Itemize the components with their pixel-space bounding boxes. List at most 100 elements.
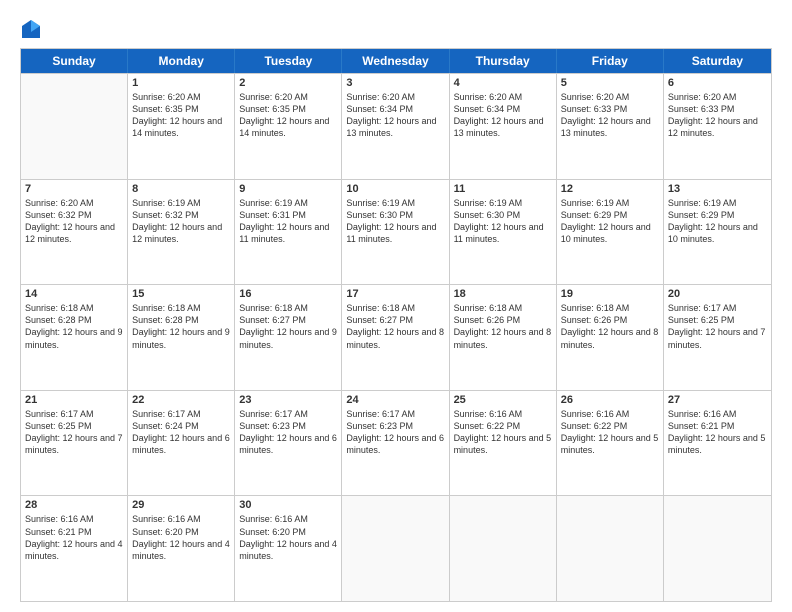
day-number: 16 bbox=[239, 288, 337, 300]
calendar-cell: 26 Sunrise: 6:16 AMSunset: 6:22 PMDayligh… bbox=[557, 391, 664, 496]
day-number: 8 bbox=[132, 183, 230, 195]
calendar-cell: 12 Sunrise: 6:19 AMSunset: 6:29 PMDayligh… bbox=[557, 180, 664, 285]
cell-info: Sunrise: 6:20 AMSunset: 6:33 PMDaylight:… bbox=[668, 91, 767, 140]
calendar-row: 21 Sunrise: 6:17 AMSunset: 6:25 PMDayligh… bbox=[21, 390, 771, 496]
calendar-cell: 2Sunrise: 6:20 AMSunset: 6:35 PMDaylight… bbox=[235, 74, 342, 179]
calendar-cell bbox=[342, 496, 449, 601]
header bbox=[20, 16, 772, 40]
weekday-header: Monday bbox=[128, 49, 235, 73]
calendar-cell: 1Sunrise: 6:20 AMSunset: 6:35 PMDaylight… bbox=[128, 74, 235, 179]
calendar-cell: 21 Sunrise: 6:17 AMSunset: 6:25 PMDayligh… bbox=[21, 391, 128, 496]
calendar-cell: 30 Sunrise: 6:16 AMSunset: 6:20 PMDayligh… bbox=[235, 496, 342, 601]
calendar-cell: 18 Sunrise: 6:18 AMSunset: 6:26 PMDayligh… bbox=[450, 285, 557, 390]
day-number: 14 bbox=[25, 288, 123, 300]
calendar-cell: 6 Sunrise: 6:20 AMSunset: 6:33 PMDaylight… bbox=[664, 74, 771, 179]
calendar-cell bbox=[664, 496, 771, 601]
day-number: 5 bbox=[561, 77, 659, 89]
calendar-cell: 29Sunrise: 6:16 AMSunset: 6:20 PMDayligh… bbox=[128, 496, 235, 601]
cell-info: Sunrise: 6:20 AMSunset: 6:34 PMDaylight:… bbox=[454, 91, 552, 140]
cell-info: Sunrise: 6:20 AMSunset: 6:32 PMDaylight:… bbox=[25, 197, 123, 246]
calendar-row: 7 Sunrise: 6:20 AMSunset: 6:32 PMDaylight… bbox=[21, 179, 771, 285]
calendar-cell: 10Sunrise: 6:19 AMSunset: 6:30 PMDayligh… bbox=[342, 180, 449, 285]
logo-icon bbox=[20, 18, 42, 40]
cell-info: Sunrise: 6:16 AMSunset: 6:21 PMDaylight:… bbox=[25, 513, 123, 562]
weekday-header: Wednesday bbox=[342, 49, 449, 73]
day-number: 3 bbox=[346, 77, 444, 89]
day-number: 20 bbox=[668, 288, 767, 300]
day-number: 26 bbox=[561, 394, 659, 406]
cell-info: Sunrise: 6:17 AMSunset: 6:24 PMDaylight:… bbox=[132, 408, 230, 457]
day-number: 10 bbox=[346, 183, 444, 195]
day-number: 27 bbox=[668, 394, 767, 406]
weekday-header: Sunday bbox=[21, 49, 128, 73]
cell-info: Sunrise: 6:16 AMSunset: 6:21 PMDaylight:… bbox=[668, 408, 767, 457]
cell-info: Sunrise: 6:16 AMSunset: 6:20 PMDaylight:… bbox=[239, 513, 337, 562]
calendar-cell bbox=[21, 74, 128, 179]
calendar-body: 1 Sunrise: 6:20 AMSunset: 6:35 PMDaylight… bbox=[21, 73, 771, 601]
weekday-header: Thursday bbox=[450, 49, 557, 73]
calendar-cell: 7 Sunrise: 6:20 AMSunset: 6:32 PMDaylight… bbox=[21, 180, 128, 285]
calendar-cell: 24Sunrise: 6:17 AMSunset: 6:23 PMDayligh… bbox=[342, 391, 449, 496]
calendar-row: 1 Sunrise: 6:20 AMSunset: 6:35 PMDaylight… bbox=[21, 73, 771, 179]
day-number: 7 bbox=[25, 183, 123, 195]
calendar-cell: 15 Sunrise: 6:18 AMSunset: 6:28 PMDayligh… bbox=[128, 285, 235, 390]
calendar-cell: 25 Sunrise: 6:16 AMSunset: 6:22 PMDayligh… bbox=[450, 391, 557, 496]
calendar-cell bbox=[450, 496, 557, 601]
calendar-cell: 8 Sunrise: 6:19 AMSunset: 6:32 PMDaylight… bbox=[128, 180, 235, 285]
cell-info: Sunrise: 6:18 AMSunset: 6:27 PMDaylight:… bbox=[346, 302, 444, 351]
cell-info: Sunrise: 6:18 AMSunset: 6:27 PMDaylight:… bbox=[239, 302, 337, 351]
calendar-cell: 13Sunrise: 6:19 AMSunset: 6:29 PMDayligh… bbox=[664, 180, 771, 285]
day-number: 11 bbox=[454, 183, 552, 195]
calendar-cell: 11 Sunrise: 6:19 AMSunset: 6:30 PMDayligh… bbox=[450, 180, 557, 285]
cell-info: Sunrise: 6:16 AMSunset: 6:20 PMDaylight:… bbox=[132, 513, 230, 562]
logo bbox=[20, 16, 44, 40]
day-number: 18 bbox=[454, 288, 552, 300]
weekday-header: Saturday bbox=[664, 49, 771, 73]
day-number: 6 bbox=[668, 77, 767, 89]
calendar-cell: 19 Sunrise: 6:18 AMSunset: 6:26 PMDayligh… bbox=[557, 285, 664, 390]
calendar-cell: 22 Sunrise: 6:17 AMSunset: 6:24 PMDayligh… bbox=[128, 391, 235, 496]
calendar-cell: 27 Sunrise: 6:16 AMSunset: 6:21 PMDayligh… bbox=[664, 391, 771, 496]
cell-info: Sunrise: 6:20 AMSunset: 6:33 PMDaylight:… bbox=[561, 91, 659, 140]
cell-info: Sunrise: 6:18 AMSunset: 6:28 PMDaylight:… bbox=[132, 302, 230, 351]
calendar-cell: 5 Sunrise: 6:20 AMSunset: 6:33 PMDaylight… bbox=[557, 74, 664, 179]
cell-info: Sunrise: 6:18 AMSunset: 6:28 PMDaylight:… bbox=[25, 302, 123, 351]
day-number: 9 bbox=[239, 183, 337, 195]
day-number: 19 bbox=[561, 288, 659, 300]
cell-info: Sunrise: 6:17 AMSunset: 6:25 PMDaylight:… bbox=[25, 408, 123, 457]
cell-info: Sunrise: 6:18 AMSunset: 6:26 PMDaylight:… bbox=[454, 302, 552, 351]
calendar-cell: 3 Sunrise: 6:20 AMSunset: 6:34 PMDaylight… bbox=[342, 74, 449, 179]
cell-info: Sunrise: 6:19 AMSunset: 6:32 PMDaylight:… bbox=[132, 197, 230, 246]
cell-info: Sunrise: 6:16 AMSunset: 6:22 PMDaylight:… bbox=[454, 408, 552, 457]
calendar-row: 14 Sunrise: 6:18 AMSunset: 6:28 PMDayligh… bbox=[21, 284, 771, 390]
calendar-cell: 23 Sunrise: 6:17 AMSunset: 6:23 PMDayligh… bbox=[235, 391, 342, 496]
day-number: 22 bbox=[132, 394, 230, 406]
day-number: 30 bbox=[239, 499, 337, 511]
cell-info: Sunrise: 6:20 AMSunset: 6:34 PMDaylight:… bbox=[346, 91, 444, 140]
calendar-cell: 17Sunrise: 6:18 AMSunset: 6:27 PMDayligh… bbox=[342, 285, 449, 390]
calendar-cell bbox=[557, 496, 664, 601]
calendar-cell: 14 Sunrise: 6:18 AMSunset: 6:28 PMDayligh… bbox=[21, 285, 128, 390]
calendar: SundayMondayTuesdayWednesdayThursdayFrid… bbox=[20, 48, 772, 602]
calendar-header: SundayMondayTuesdayWednesdayThursdayFrid… bbox=[21, 49, 771, 73]
cell-info: Sunrise: 6:19 AMSunset: 6:31 PMDaylight:… bbox=[239, 197, 337, 246]
day-number: 4 bbox=[454, 77, 552, 89]
day-number: 15 bbox=[132, 288, 230, 300]
day-number: 13 bbox=[668, 183, 767, 195]
day-number: 12 bbox=[561, 183, 659, 195]
cell-info: Sunrise: 6:20 AMSunset: 6:35 PMDaylight:… bbox=[239, 91, 337, 140]
cell-info: Sunrise: 6:16 AMSunset: 6:22 PMDaylight:… bbox=[561, 408, 659, 457]
cell-info: Sunrise: 6:17 AMSunset: 6:23 PMDaylight:… bbox=[239, 408, 337, 457]
cell-info: Sunrise: 6:17 AMSunset: 6:25 PMDaylight:… bbox=[668, 302, 767, 351]
cell-info: Sunrise: 6:17 AMSunset: 6:23 PMDaylight:… bbox=[346, 408, 444, 457]
day-number: 1 bbox=[132, 77, 230, 89]
calendar-cell: 4 Sunrise: 6:20 AMSunset: 6:34 PMDaylight… bbox=[450, 74, 557, 179]
cell-info: Sunrise: 6:19 AMSunset: 6:29 PMDaylight:… bbox=[561, 197, 659, 246]
cell-info: Sunrise: 6:18 AMSunset: 6:26 PMDaylight:… bbox=[561, 302, 659, 351]
day-number: 23 bbox=[239, 394, 337, 406]
calendar-cell: 9 Sunrise: 6:19 AMSunset: 6:31 PMDaylight… bbox=[235, 180, 342, 285]
cell-info: Sunrise: 6:19 AMSunset: 6:30 PMDaylight:… bbox=[454, 197, 552, 246]
day-number: 21 bbox=[25, 394, 123, 406]
weekday-header: Tuesday bbox=[235, 49, 342, 73]
day-number: 25 bbox=[454, 394, 552, 406]
